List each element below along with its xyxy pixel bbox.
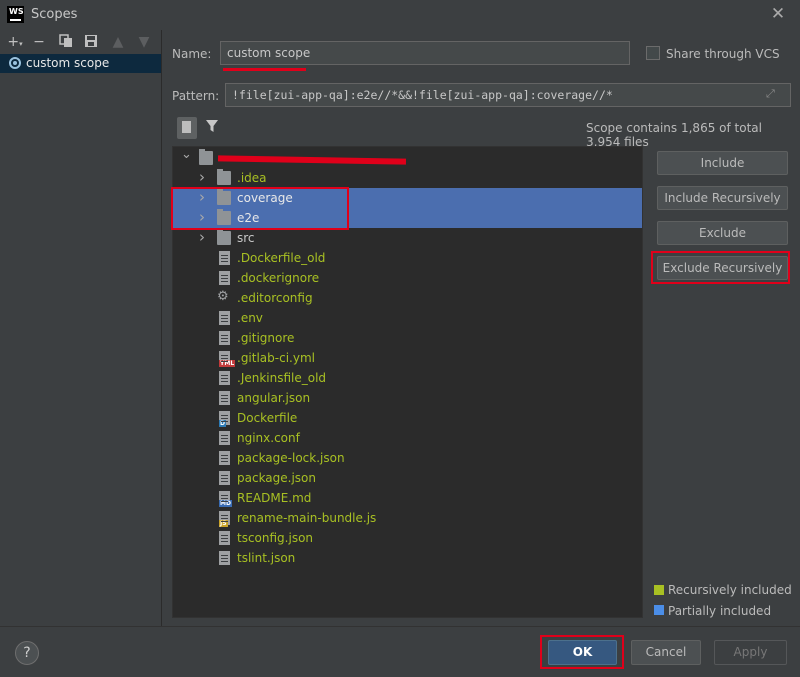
close-icon[interactable]: ✕ xyxy=(768,3,788,25)
tree-row-label: nginx.conf xyxy=(237,431,300,445)
legend-recursively-included: Recursively included xyxy=(668,583,792,597)
scope-item-label: custom scope xyxy=(26,56,110,70)
move-down-icon[interactable]: ▼ xyxy=(135,34,153,50)
folder-icon xyxy=(217,229,231,245)
tree-row-label: .Dockerfile_old xyxy=(237,251,326,265)
tree-row-label: rename-main-bundle.js xyxy=(237,511,377,525)
js-file-icon: JS xyxy=(219,511,230,527)
file-icon xyxy=(219,471,230,485)
tree-row[interactable]: D Dockerfile xyxy=(173,408,642,428)
tree-row[interactable]: nginx.conf xyxy=(173,428,642,448)
file-icon xyxy=(219,451,230,465)
file-icon xyxy=(219,251,230,265)
ok-button[interactable]: OK xyxy=(548,640,617,665)
scope-summary: Scope contains 1,865 of total 3,954 file… xyxy=(586,121,762,149)
scope-name-input[interactable]: custom scope xyxy=(220,41,630,65)
webstorm-logo-icon: WS xyxy=(7,6,24,23)
scope-list-item[interactable]: custom scope xyxy=(0,54,161,73)
file-icon xyxy=(219,531,230,545)
tree-row-label: .idea xyxy=(237,171,267,185)
tree-row[interactable]: ⚙ .editorconfig xyxy=(173,288,642,308)
share-through-vcs-label: Share through VCS xyxy=(666,47,780,61)
tree-row[interactable]: .Jenkinsfile_old xyxy=(173,368,642,388)
tree-row[interactable]: ⌄ xyxy=(173,147,642,168)
pattern-label: Pattern: xyxy=(172,89,220,103)
file-icon xyxy=(219,311,230,325)
window-title: Scopes xyxy=(31,7,78,22)
tree-row-label: Dockerfile xyxy=(237,411,298,425)
tree-row-label: .gitignore xyxy=(237,331,295,345)
legend-swatch-recursive xyxy=(654,585,664,595)
gear-icon: ⚙ xyxy=(217,289,229,304)
tree-row-label: .gitlab-ci.yml xyxy=(237,351,315,365)
tree-row[interactable]: package.json xyxy=(173,468,642,488)
tree-row[interactable]: JS rename-main-bundle.js xyxy=(173,508,642,528)
folder-icon xyxy=(199,149,213,165)
chevron-right-icon[interactable]: › xyxy=(199,228,211,246)
tree-row[interactable]: › .idea xyxy=(173,168,642,188)
tree-row[interactable]: MD README.md xyxy=(173,488,642,508)
file-icon xyxy=(219,391,230,405)
highlight-box-folders xyxy=(171,187,349,230)
tree-row-label: .editorconfig xyxy=(237,291,313,305)
file-icon xyxy=(219,551,230,565)
tree-row[interactable]: YML .gitlab-ci.yml xyxy=(173,348,642,368)
share-through-vcs-checkbox[interactable] xyxy=(646,46,660,60)
folder-icon xyxy=(217,169,231,185)
tree-row-label: src xyxy=(237,231,255,245)
help-button[interactable]: ? xyxy=(15,641,39,665)
pattern-input[interactable]: !file[zui-app-qa]:e2e//*&&!file[zui-app-… xyxy=(225,83,791,107)
tree-row-label: angular.json xyxy=(237,391,311,405)
tree-row[interactable]: .gitignore xyxy=(173,328,642,348)
file-icon xyxy=(219,431,230,445)
tree-row-label: README.md xyxy=(237,491,312,505)
file-icon xyxy=(219,331,230,345)
redaction-mark xyxy=(217,155,407,165)
legend-swatch-partial xyxy=(654,605,664,615)
tree-row[interactable]: .env xyxy=(173,308,642,328)
expand-field-icon[interactable]: ⤢ xyxy=(766,87,780,101)
scopes-list-panel: +▾ − ▲ ▼ custom scope xyxy=(0,30,162,626)
move-up-icon[interactable]: ▲ xyxy=(109,34,127,50)
copy-scope-icon[interactable] xyxy=(57,34,75,50)
include-button[interactable]: Include xyxy=(657,151,788,175)
tree-row[interactable]: package-lock.json xyxy=(173,448,642,468)
filter-icon[interactable] xyxy=(205,119,221,135)
chevron-right-icon[interactable]: › xyxy=(199,168,211,186)
save-scope-icon[interactable] xyxy=(82,34,100,50)
remove-scope-button[interactable]: − xyxy=(30,34,48,50)
md-file-icon: MD xyxy=(219,491,232,507)
tree-row[interactable]: tslint.json xyxy=(173,548,642,568)
tree-row-label: tslint.json xyxy=(237,551,296,565)
tree-row[interactable]: tsconfig.json xyxy=(173,528,642,548)
tree-row[interactable]: angular.json xyxy=(173,388,642,408)
add-scope-button[interactable]: +▾ xyxy=(6,34,24,50)
include-recursively-button[interactable]: Include Recursively xyxy=(657,186,788,210)
yml-file-icon: YML xyxy=(219,351,236,367)
tree-row-label: .env xyxy=(237,311,263,325)
file-icon xyxy=(219,271,230,285)
cancel-button[interactable]: Cancel xyxy=(631,640,701,665)
legend-partially-included: Partially included xyxy=(668,604,772,618)
tree-row-label: tsconfig.json xyxy=(237,531,314,545)
apply-button[interactable]: Apply xyxy=(714,640,787,665)
name-highlight-underline xyxy=(223,68,306,71)
tree-row-label: package-lock.json xyxy=(237,451,345,465)
tree-row[interactable]: › src xyxy=(173,228,642,248)
exclude-button[interactable]: Exclude xyxy=(657,221,788,245)
tree-row-label: .Jenkinsfile_old xyxy=(237,371,327,385)
file-view-toggle-icon[interactable] xyxy=(177,117,197,139)
tree-row[interactable]: .dockerignore xyxy=(173,268,642,288)
name-label: Name: xyxy=(172,47,212,61)
docker-file-icon: D xyxy=(219,411,230,427)
tree-row-label: .dockerignore xyxy=(237,271,320,285)
exclude-recursively-button[interactable]: Exclude Recursively xyxy=(657,256,788,280)
file-icon xyxy=(219,371,230,385)
scope-icon xyxy=(9,57,21,69)
title-bar: WS Scopes ✕ xyxy=(0,0,800,30)
chevron-down-icon[interactable]: ⌄ xyxy=(181,147,193,162)
tree-row[interactable]: .Dockerfile_old xyxy=(173,248,642,268)
tree-row-label: package.json xyxy=(237,471,317,485)
footer-separator xyxy=(0,626,800,627)
